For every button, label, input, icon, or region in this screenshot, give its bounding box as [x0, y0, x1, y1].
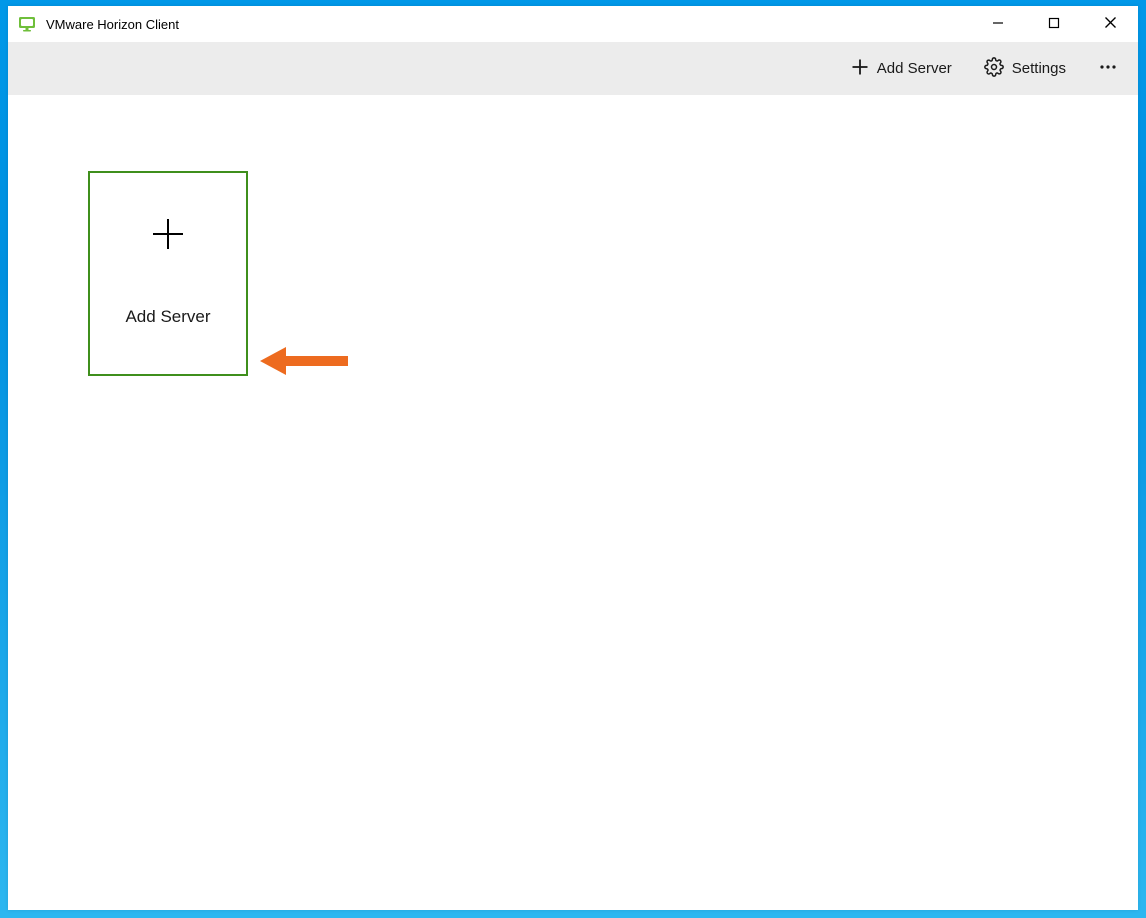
window-controls — [970, 6, 1138, 42]
app-icon — [18, 15, 36, 33]
settings-button[interactable]: Settings — [970, 49, 1080, 89]
plus-icon — [151, 217, 185, 251]
maximize-icon — [1048, 17, 1060, 32]
app-window: VMware Horizon Client — [8, 6, 1138, 910]
minimize-button[interactable] — [970, 6, 1026, 42]
more-icon — [1098, 57, 1118, 80]
add-server-label: Add Server — [877, 60, 952, 77]
add-server-tile-label: Add Server — [125, 307, 210, 327]
close-button[interactable] — [1082, 6, 1138, 42]
titlebar: VMware Horizon Client — [8, 6, 1138, 42]
settings-label: Settings — [1012, 60, 1066, 77]
annotation-arrow-icon — [260, 343, 350, 384]
more-button[interactable] — [1084, 49, 1132, 89]
window-title: VMware Horizon Client — [46, 17, 970, 32]
toolbar: Add Server Settings — [8, 42, 1138, 95]
add-server-tile[interactable]: Add Server — [88, 171, 248, 376]
maximize-button[interactable] — [1026, 6, 1082, 42]
plus-icon — [851, 58, 869, 80]
add-server-button[interactable]: Add Server — [837, 50, 966, 88]
content-area: Add Server — [8, 95, 1138, 910]
gear-icon — [984, 57, 1004, 81]
close-icon — [1104, 16, 1117, 32]
minimize-icon — [992, 17, 1004, 32]
